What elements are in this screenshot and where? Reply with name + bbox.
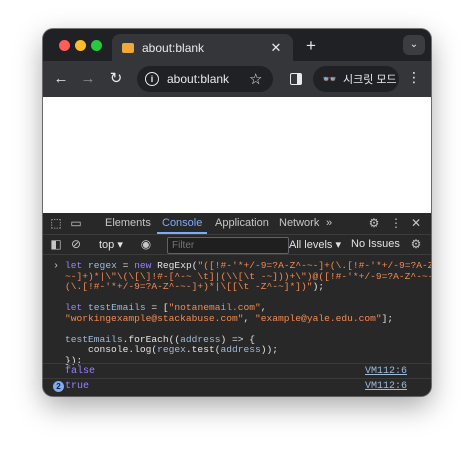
output-value: true bbox=[65, 381, 90, 392]
console-output-row: 2 true VM112:6 bbox=[43, 378, 431, 394]
inspect-element-icon[interactable]: ⬚ bbox=[49, 216, 63, 230]
device-toolbar-icon[interactable]: ▭ bbox=[69, 216, 83, 230]
forward-button[interactable]: → bbox=[79, 70, 97, 88]
console-output-row: false VM112:6 bbox=[43, 363, 431, 379]
console-toolbar: ◧ ⊘ top ▾ ◉ All levels ▾ No Issues ⚙ bbox=[43, 235, 431, 255]
console-panel[interactable]: › let regex = new RegExp("([!#-'*+/-9=?A… bbox=[43, 255, 431, 396]
window-close-button[interactable] bbox=[59, 40, 70, 51]
tab-title: about:blank bbox=[142, 40, 205, 55]
new-tab-button[interactable]: + bbox=[302, 36, 320, 56]
output-value: false bbox=[65, 366, 96, 377]
tab-application[interactable]: Application bbox=[215, 217, 269, 229]
tab-network[interactable]: Network bbox=[279, 217, 319, 229]
log-levels-dropdown[interactable]: All levels ▾ bbox=[289, 238, 341, 251]
incognito-icon: 👓 bbox=[322, 72, 337, 86]
console-input-code[interactable]: let regex = new RegExp("([!#-'*+/-9=?A-Z… bbox=[65, 260, 431, 366]
window-maximize-button[interactable] bbox=[91, 40, 102, 51]
url-text[interactable]: about:blank bbox=[167, 72, 229, 86]
context-selector[interactable]: top ▾ bbox=[99, 238, 123, 251]
tab-elements[interactable]: Elements bbox=[105, 217, 151, 229]
browser-toolbar: ← → ↻ i about:blank ☆ 👓 시크릿 모드 ⋮ bbox=[43, 61, 431, 97]
source-link[interactable]: VM112:6 bbox=[365, 381, 407, 392]
incognito-label: 시크릿 모드 bbox=[342, 74, 397, 86]
issues-counter[interactable]: No Issues bbox=[351, 238, 400, 250]
devtools-tab-strip: ⬚ ▭ Elements Console Application Network… bbox=[43, 213, 431, 235]
reload-button[interactable]: ↻ bbox=[107, 70, 125, 88]
sidebar-toggle-icon[interactable]: ◧ bbox=[49, 237, 63, 251]
favicon-icon bbox=[122, 42, 134, 53]
browser-tab[interactable]: about:blank ✕ bbox=[112, 34, 293, 61]
tab-bar: about:blank ✕ + ⌄ bbox=[43, 29, 431, 61]
settings-gear-icon[interactable]: ⚙ bbox=[367, 216, 381, 230]
browser-window: about:blank ✕ + ⌄ ← → ↻ i about:blank ☆ … bbox=[43, 29, 431, 396]
repeat-count-badge: 2 bbox=[53, 381, 64, 392]
site-info-icon[interactable]: i bbox=[145, 72, 159, 86]
code-line: console.log(regex.test(address)); bbox=[65, 344, 279, 355]
context-label: top bbox=[99, 239, 115, 251]
active-tab-indicator bbox=[157, 232, 207, 234]
console-settings-gear-icon[interactable]: ⚙ bbox=[409, 237, 423, 251]
back-button[interactable]: ← bbox=[52, 70, 70, 88]
clear-console-icon[interactable]: ⊘ bbox=[69, 237, 83, 251]
code-line: "workingexample@stackabuse.com", "exampl… bbox=[65, 312, 394, 324]
page-viewport[interactable] bbox=[43, 97, 431, 213]
filter-input[interactable] bbox=[167, 237, 289, 254]
side-panel-icon[interactable] bbox=[290, 73, 302, 85]
incognito-button[interactable]: 👓 시크릿 모드 bbox=[313, 66, 399, 92]
source-link[interactable]: VM112:6 bbox=[365, 366, 407, 377]
devtools-menu-icon[interactable]: ⋮ bbox=[389, 216, 403, 230]
browser-menu-icon[interactable]: ⋮ bbox=[407, 69, 421, 86]
code-line: (\.[!#-'*+/-9=?A-Z^-~-]+)*|\[[\t -Z^-~]*… bbox=[65, 281, 325, 292]
window-minimize-button[interactable] bbox=[75, 40, 86, 51]
bookmark-star-icon[interactable]: ☆ bbox=[249, 70, 262, 88]
live-expression-eye-icon[interactable]: ◉ bbox=[139, 237, 153, 251]
address-bar[interactable]: i about:blank ☆ bbox=[137, 66, 273, 92]
tab-console[interactable]: Console bbox=[162, 217, 202, 229]
tab-search-button[interactable]: ⌄ bbox=[403, 35, 425, 55]
more-tabs-button[interactable]: » bbox=[326, 217, 332, 229]
prompt-chevron-icon: › bbox=[53, 261, 60, 272]
tab-close-icon[interactable]: ✕ bbox=[269, 40, 283, 56]
close-devtools-icon[interactable]: ✕ bbox=[409, 216, 423, 230]
